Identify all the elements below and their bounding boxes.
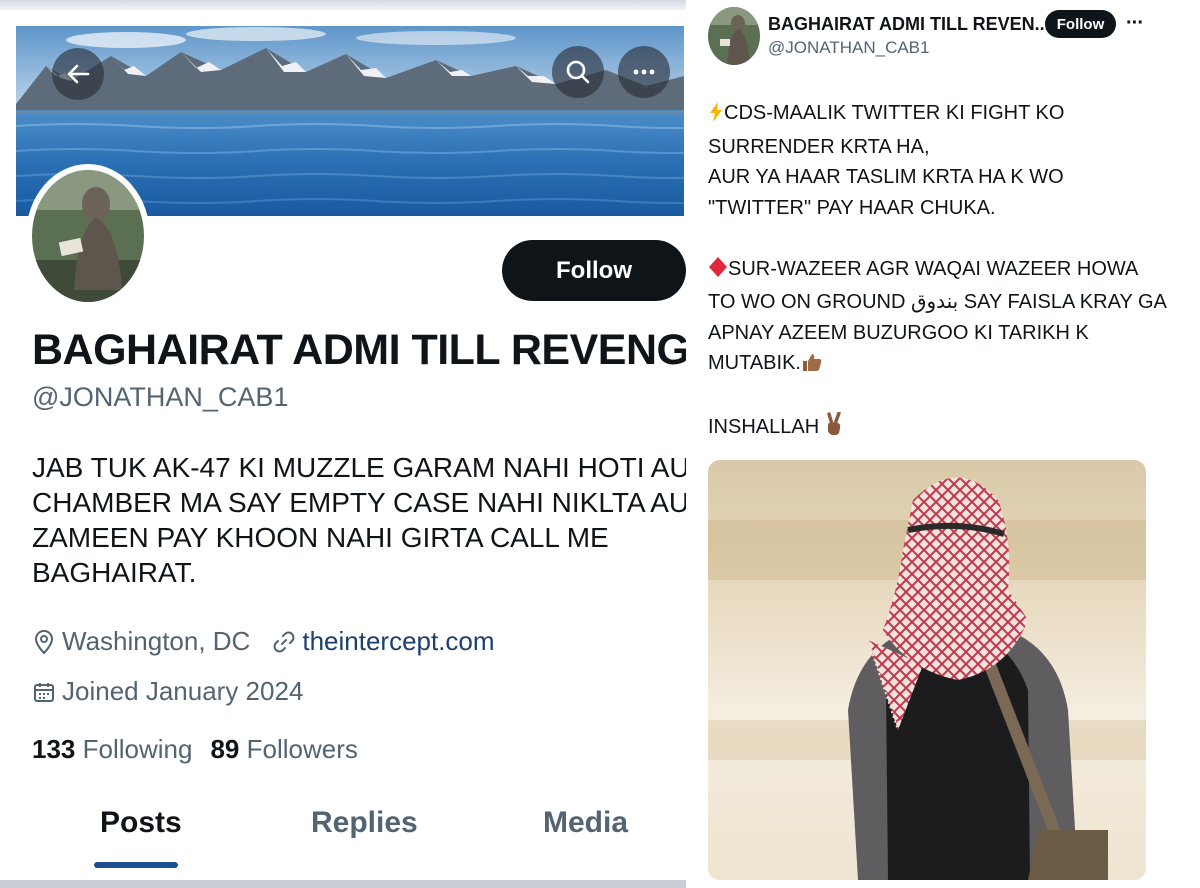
active-tab-indicator [94, 862, 178, 868]
tweet-author-avatar[interactable] [708, 7, 760, 65]
following-count: 133 [32, 734, 76, 764]
bio-line: ZAMEEN PAY KHOON NAHI GIRTA CALL ME [32, 522, 609, 553]
tweet-line [708, 223, 1178, 254]
thumbs-up-icon [801, 351, 823, 382]
profile-display-name: BAGHAIRAT ADMI TILL REVENGE [32, 326, 686, 374]
profile-handle: @JONATHAN_CAB1 [32, 382, 289, 412]
calendar-icon [32, 680, 62, 704]
bio-line: CHAMBER MA SAY EMPTY CASE NAHI NIKLTA AU… [32, 487, 686, 518]
profile-stats: 133 Following 89 Followers [32, 734, 358, 765]
arrow-left-icon [64, 60, 92, 88]
followers-link[interactable]: 89 Followers [210, 734, 357, 764]
tweet-follow-button[interactable]: Follow [1045, 10, 1116, 38]
following-label: Following [82, 734, 193, 764]
tweet-line: CDS-MAALIK TWITTER KI FIGHT KO [708, 98, 1178, 132]
victory-hand-icon [825, 411, 843, 446]
profile-bio: JAB TUK AK-47 KI MUZZLE GARAM NAHI HOTI … [32, 450, 686, 590]
bio-line: BAGHAIRAT. [32, 557, 197, 588]
tab-posts[interactable]: Posts [100, 806, 182, 840]
profile-website-link[interactable]: theintercept.com [302, 626, 494, 657]
high-voltage-icon [708, 101, 724, 132]
search-icon [564, 58, 592, 86]
tweet-line: INSHALLAH [708, 411, 1178, 446]
back-button[interactable] [52, 48, 104, 100]
tab-replies[interactable]: Replies [311, 806, 418, 840]
tweet-panel: BAGHAIRAT ADMI TILL REVEN... @JONATHAN_C… [686, 0, 1200, 888]
following-link[interactable]: 133 Following [32, 734, 192, 764]
bio-line: JAB TUK AK-47 KI MUZZLE GARAM NAHI HOTI … [32, 452, 686, 483]
location-pin-icon [32, 629, 62, 655]
tweet-image[interactable] [708, 460, 1146, 880]
tweet-line: APNAY AZEEM BUZURGOO KI TARIKH K [708, 321, 1089, 344]
tweet-more-menu-icon[interactable]: ··· [1126, 12, 1144, 35]
profile-meta-row: Washington, DC theintercept.com [32, 626, 495, 657]
profile-panel: Follow BAGHAIRAT ADMI TILL REVENGE @JONA… [0, 0, 686, 888]
tweet-line: "TWITTER" PAY HAAR CHUKA. [708, 196, 996, 219]
tweet-author-name[interactable]: BAGHAIRAT ADMI TILL REVEN... [768, 14, 1050, 35]
profile-joined-date: Joined January 2024 [62, 676, 304, 706]
tweet-line: SUR-WAZEER AGR WAQAI WAZEER HOWA [708, 254, 1178, 288]
profile-joined-row: Joined January 2024 [32, 676, 303, 707]
tweet-line: SURRENDER KRTA HA, [708, 135, 930, 158]
followers-label: Followers [246, 734, 358, 764]
tweet-line: TO WO ON GROUND بندوق SAY FAISLA KRAY GA [708, 291, 1167, 313]
tweet-line: MUTABIK. [708, 348, 1178, 382]
tweet-line [708, 382, 1178, 413]
search-button[interactable] [552, 46, 604, 98]
tweet-text: CDS-MAALIK TWITTER KI FIGHT KO SURRENDER… [708, 98, 1178, 446]
follow-button[interactable]: Follow [502, 240, 686, 301]
tab-media[interactable]: Media [543, 806, 628, 840]
profile-avatar[interactable] [26, 164, 150, 308]
tweet-author-handle: @JONATHAN_CAB1 [768, 38, 930, 57]
followers-count: 89 [210, 734, 240, 764]
more-horizontal-icon [630, 58, 658, 86]
more-button[interactable] [618, 46, 670, 98]
link-icon [272, 630, 302, 654]
profile-location: Washington, DC [62, 626, 251, 656]
tweet-line: AUR YA HAAR TASLIM KRTA HA K WO [708, 166, 1064, 188]
top-strip [0, 0, 686, 10]
bottom-strip [0, 880, 686, 888]
red-diamond-icon [708, 256, 728, 288]
